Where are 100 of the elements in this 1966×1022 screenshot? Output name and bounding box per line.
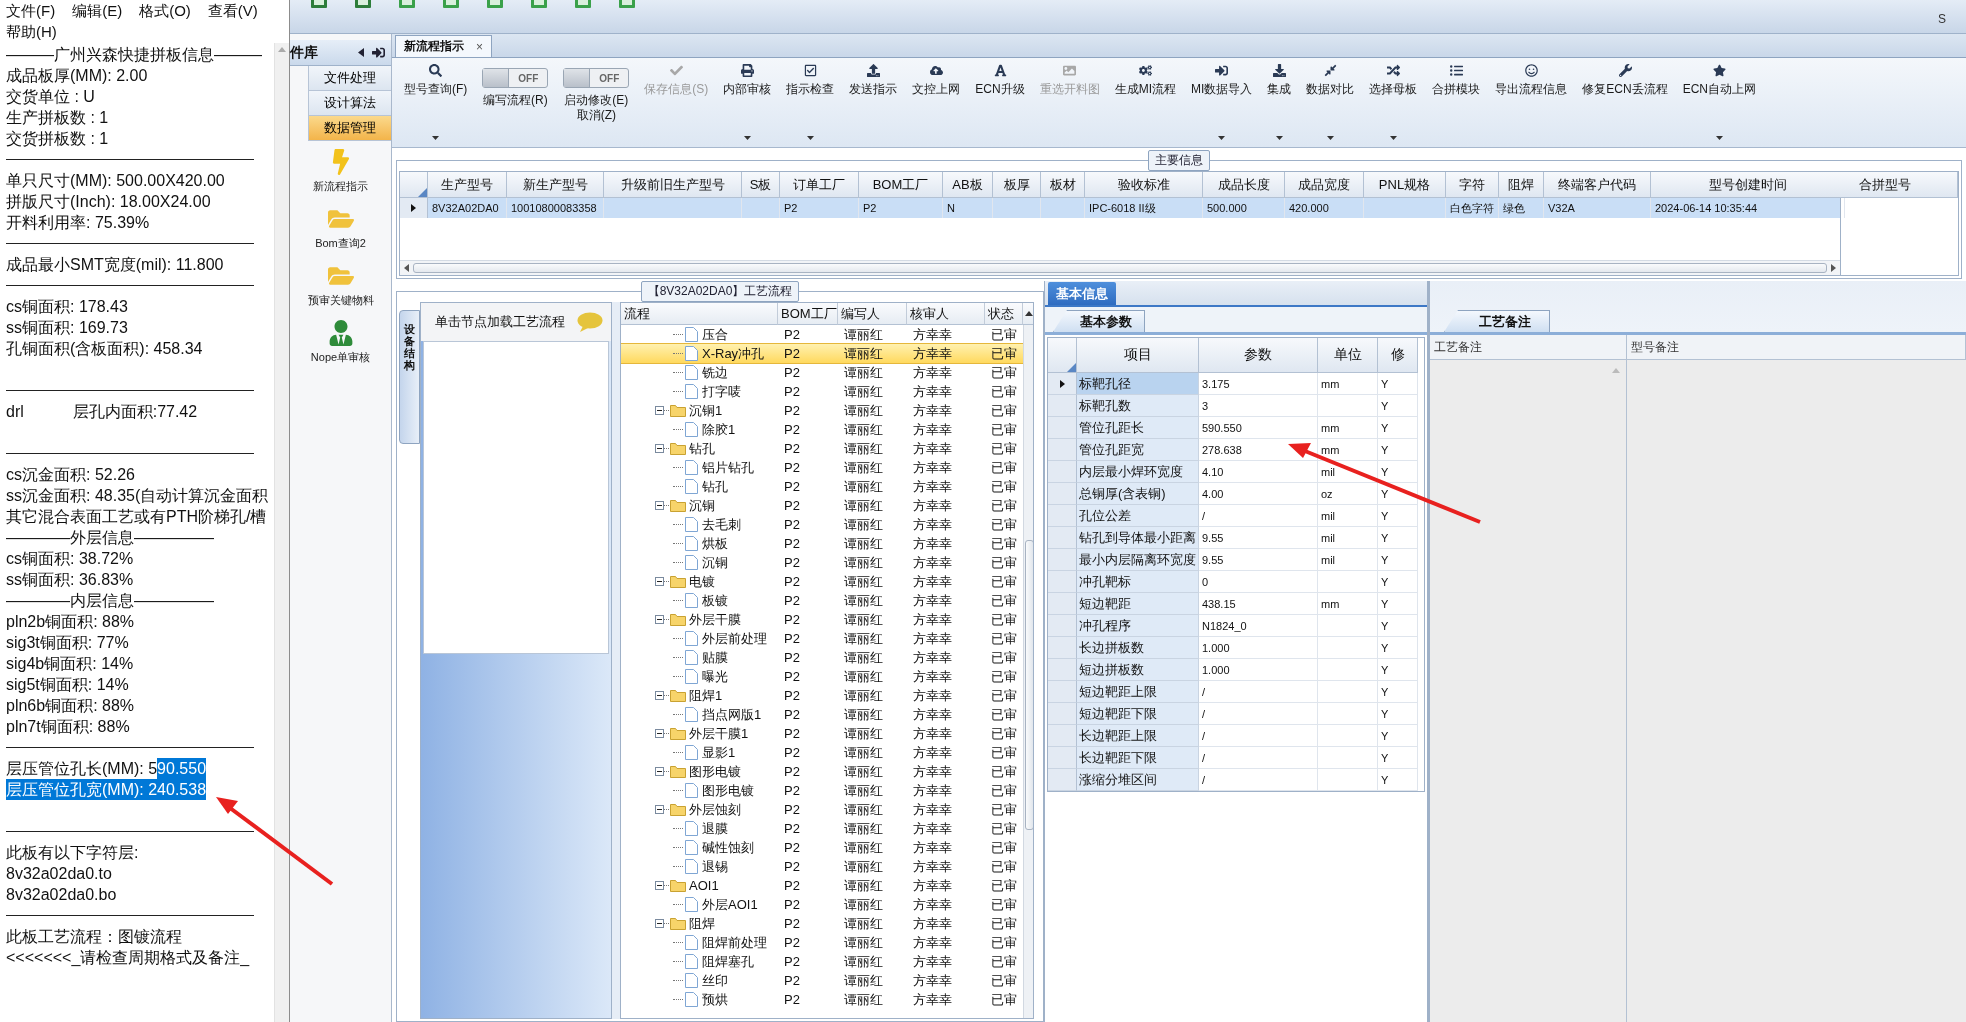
toolbar-button[interactable]: 选择母板: [1363, 62, 1424, 144]
column-header[interactable]: 新生产型号: [507, 172, 604, 198]
corner-icon[interactable]: [418, 188, 427, 197]
toolbar-button[interactable]: 数据对比: [1300, 62, 1361, 144]
toggle-button[interactable]: OFF 编写流程(R): [476, 62, 555, 144]
toolbar-icon[interactable]: [442, 0, 460, 9]
collapse-icon[interactable]: [655, 767, 664, 776]
collapse-icon[interactable]: [655, 919, 664, 928]
column-header[interactable]: 升级前旧生产型号: [604, 172, 742, 198]
panel-tab[interactable]: 工艺备注: [1444, 310, 1550, 332]
nav-section[interactable]: 文件处理: [308, 66, 391, 91]
document-tab[interactable]: 新流程指示 ×: [395, 35, 492, 57]
tree-row[interactable]: 阻焊前处理 P2 谭丽红 方幸幸 已审: [621, 933, 1023, 952]
toolbar-icon[interactable]: [618, 0, 636, 9]
column-header[interactable]: 板材: [1041, 172, 1085, 198]
tree-row[interactable]: 烘板 P2 谭丽红 方幸幸 已审: [621, 534, 1023, 553]
scrollbar[interactable]: [400, 260, 1840, 275]
close-icon[interactable]: ×: [476, 39, 483, 54]
nav-section[interactable]: 数据管理: [308, 116, 391, 141]
scroll-right-icon[interactable]: [1831, 264, 1836, 272]
column-header[interactable]: 核审人: [907, 303, 985, 325]
column-header[interactable]: 阻焊: [1499, 172, 1544, 198]
toolbar-button[interactable]: 合拼模块: [1426, 62, 1487, 144]
collapse-icon[interactable]: [655, 406, 664, 415]
tree-row[interactable]: 丝印 P2 谭丽红 方幸幸 已审: [621, 971, 1023, 990]
menu-item[interactable]: 格式(O): [139, 0, 191, 21]
column-header[interactable]: 成品长度: [1203, 172, 1285, 198]
column-header[interactable]: 板厚: [993, 172, 1041, 198]
tree-row[interactable]: 铝片钻孔 P2 谭丽红 方幸幸 已审: [621, 458, 1023, 477]
toolbar-icon[interactable]: [574, 0, 592, 9]
column-header[interactable]: 状态: [985, 303, 1023, 325]
tree-row[interactable]: 挡点网版1 P2 谭丽红 方幸幸 已审: [621, 705, 1023, 724]
tree-row[interactable]: 外层干膜1 P2 谭丽红 方幸幸 已审: [621, 724, 1023, 743]
tree-row[interactable]: 沉铜 P2 谭丽红 方幸幸 已审: [621, 553, 1023, 572]
column-header[interactable]: 订单工厂: [780, 172, 859, 198]
collapse-icon[interactable]: [655, 805, 664, 814]
tree-row[interactable]: AOI1 P2 谭丽红 方幸幸 已审: [621, 876, 1023, 895]
tree-row[interactable]: 外层蚀刻 P2 谭丽红 方幸幸 已审: [621, 800, 1023, 819]
tree-row[interactable]: 退锡 P2 谭丽红 方幸幸 已审: [621, 857, 1023, 876]
tree-row[interactable]: 钻孔 P2 谭丽红 方幸幸 已审: [621, 477, 1023, 496]
tree-row[interactable]: X-Ray冲孔 P2 谭丽红 方幸幸 已审: [621, 344, 1023, 363]
scroll-up-icon[interactable]: [1024, 311, 1033, 316]
scroll-left-icon[interactable]: [404, 264, 409, 272]
tree-row[interactable]: 电镀 P2 谭丽红 方幸幸 已审: [621, 572, 1023, 591]
menu-item[interactable]: 文件(F): [6, 0, 56, 21]
collapse-icon[interactable]: [655, 444, 664, 453]
tree-row[interactable]: 显影1 P2 谭丽红 方幸幸 已审: [621, 743, 1023, 762]
column-header[interactable]: BOM工厂: [859, 172, 943, 198]
toolbar-button[interactable]: 型号查询(F): [398, 62, 474, 144]
tree-row[interactable]: 外层AOI1 P2 谭丽红 方幸幸 已审: [621, 895, 1023, 914]
tree-row[interactable]: 阻焊塞孔 P2 谭丽红 方幸幸 已审: [621, 952, 1023, 971]
menu-item[interactable]: 编辑(E): [72, 0, 123, 21]
scrollbar[interactable]: [1023, 325, 1033, 1018]
tree-row[interactable]: 曝光 P2 谭丽红 方幸幸 已审: [621, 667, 1023, 686]
toolbar-icon[interactable]: [310, 0, 328, 9]
tree-row[interactable]: 钻孔 P2 谭丽红 方幸幸 已审: [621, 439, 1023, 458]
toolbar-icon[interactable]: [398, 0, 416, 9]
collapse-icon[interactable]: [655, 881, 664, 890]
scrollbar[interactable]: [274, 43, 289, 1022]
column-header[interactable]: 终端客户代码: [1544, 172, 1651, 198]
tree-row[interactable]: 沉铜 P2 谭丽红 方幸幸 已审: [621, 496, 1023, 515]
tree-row[interactable]: 板镀 P2 谭丽红 方幸幸 已审: [621, 591, 1023, 610]
column-header[interactable]: 单位: [1318, 338, 1378, 373]
tree-row[interactable]: 沉铜1 P2 谭丽红 方幸幸 已审: [621, 401, 1023, 420]
toolbar-button[interactable]: 导出流程信息: [1489, 62, 1574, 144]
row-header[interactable]: [1048, 373, 1077, 395]
collapse-icon[interactable]: [655, 729, 664, 738]
column-header[interactable]: 编写人: [838, 303, 907, 325]
tree-row[interactable]: 打字唛 P2 谭丽红 方幸幸 已审: [621, 382, 1023, 401]
column-header[interactable]: 项目: [1077, 338, 1199, 373]
nav-tool[interactable]: Nope单审核: [290, 312, 391, 369]
collapse-icon[interactable]: [655, 691, 664, 700]
collapse-icon[interactable]: [655, 501, 664, 510]
toolbar-button[interactable]: ECN升级: [969, 62, 1031, 144]
side-tab[interactable]: 设备结构: [399, 310, 420, 444]
corner-icon[interactable]: [1067, 363, 1076, 372]
collapse-icon[interactable]: [655, 615, 664, 624]
column-header[interactable]: PNL规格: [1364, 172, 1446, 198]
column-header[interactable]: 成品宽度: [1285, 172, 1364, 198]
tree-row[interactable]: 铣边 P2 谭丽红 方幸幸 已审: [621, 363, 1023, 382]
collapse-icon[interactable]: [655, 577, 664, 586]
tree-row[interactable]: 外层干膜 P2 谭丽红 方幸幸 已审: [621, 610, 1023, 629]
column-header[interactable]: BOM工厂: [778, 303, 838, 325]
toolbar-button[interactable]: MI数据导入: [1185, 62, 1259, 144]
menu-item[interactable]: 查看(V): [207, 0, 258, 21]
toolbar-button[interactable]: 文控上网: [906, 62, 967, 144]
column-header[interactable]: 合拼型号: [1841, 172, 1958, 198]
toolbar-icon[interactable]: [486, 0, 504, 9]
column-header[interactable]: 验收标准: [1085, 172, 1203, 198]
toolbar-button[interactable]: 修复ECN丢流程: [1576, 62, 1674, 144]
tree-row[interactable]: 贴膜 P2 谭丽红 方幸幸 已审: [621, 648, 1023, 667]
tree-row[interactable]: 除胶1 P2 谭丽红 方幸幸 已审: [621, 420, 1023, 439]
toolbar-button[interactable]: 集成: [1261, 62, 1298, 144]
column-header[interactable]: 字符: [1446, 172, 1499, 198]
tree-row[interactable]: 预烘 P2 谭丽红 方幸幸 已审: [621, 990, 1023, 1009]
tree-row[interactable]: 阻焊1 P2 谭丽红 方幸幸 已审: [621, 686, 1023, 705]
nav-tool[interactable]: 新流程指示: [290, 141, 391, 198]
column-header[interactable]: 流程: [621, 303, 778, 325]
column-header[interactable]: 工艺备注: [1430, 335, 1627, 360]
column-header[interactable]: 型号备注: [1627, 335, 1966, 360]
